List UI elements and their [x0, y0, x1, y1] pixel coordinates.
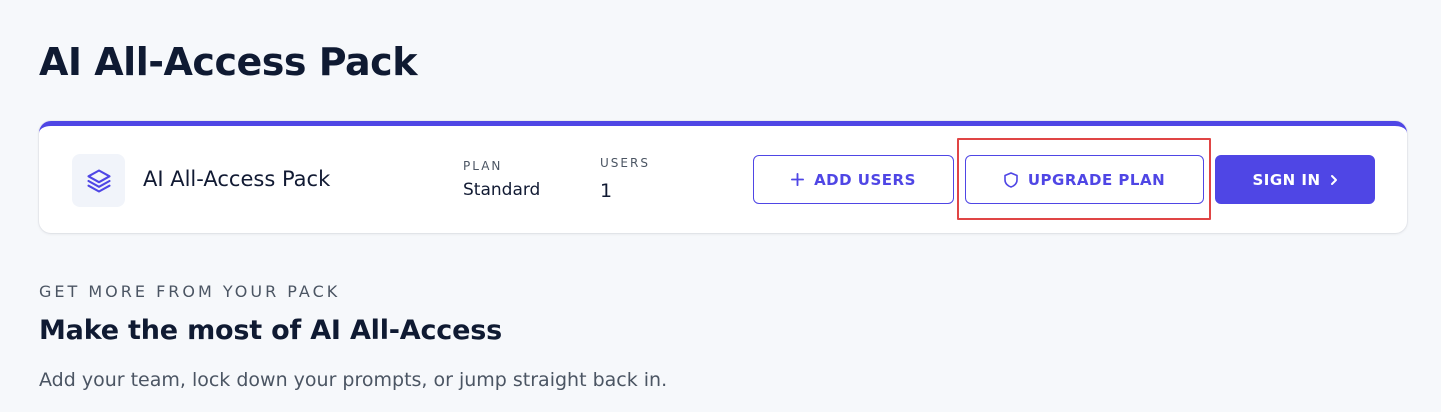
sign-in-label: SIGN IN [1252, 170, 1321, 189]
section-title: Make the most of AI All-Access [39, 315, 502, 346]
chevron-right-icon [1330, 174, 1338, 186]
layers-icon [85, 167, 113, 195]
plan-label: PLAN [463, 159, 503, 173]
plus-icon [791, 173, 805, 186]
upgrade-plan-button[interactable]: UPGRADE PLAN [965, 155, 1204, 204]
add-users-label: ADD USERS [814, 170, 916, 189]
sign-in-button[interactable]: SIGN IN [1215, 155, 1375, 204]
section-description: Add your team, lock down your prompts, o… [39, 369, 668, 391]
pack-card: AI All-Access Pack PLAN Standard USERS 1… [39, 121, 1407, 233]
shield-icon [1004, 171, 1018, 188]
section-eyebrow: GET MORE FROM YOUR PACK [39, 282, 341, 301]
add-users-button[interactable]: ADD USERS [753, 155, 954, 204]
users-value: 1 [600, 180, 613, 202]
plan-value: Standard [463, 180, 541, 200]
pack-name: AI All-Access Pack [143, 167, 331, 191]
users-label: USERS [600, 156, 650, 170]
page-title: AI All-Access Pack [39, 40, 417, 84]
pack-icon-container [72, 154, 125, 207]
upgrade-plan-label: UPGRADE PLAN [1027, 170, 1166, 189]
